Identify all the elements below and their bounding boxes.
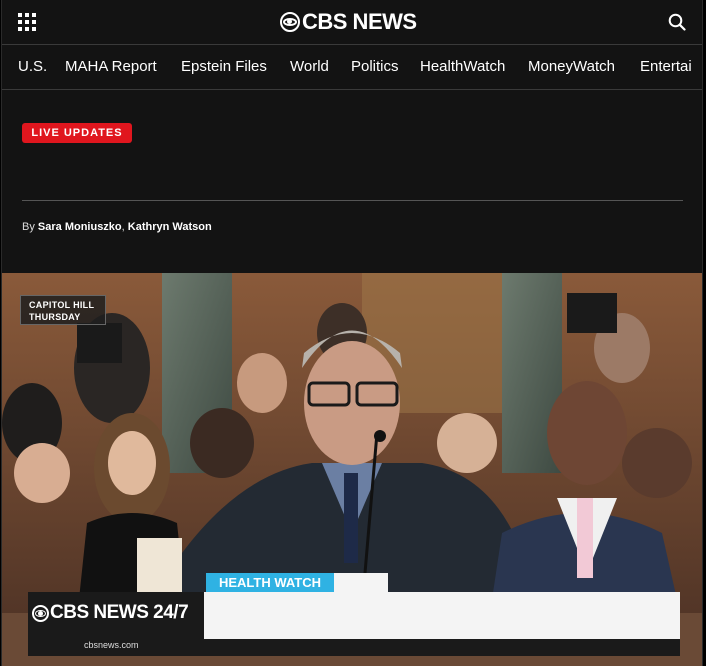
nav-item-us[interactable]: U.S. bbox=[18, 58, 47, 75]
top-bar: CBS NEWS bbox=[2, 0, 702, 45]
location-tag: CAPITOL HILL THURSDAY bbox=[20, 295, 106, 325]
author-link[interactable]: Sara Moniuszko bbox=[38, 221, 122, 233]
cbs-news-logo[interactable]: CBS NEWS bbox=[280, 8, 417, 36]
tag-extension bbox=[334, 573, 388, 592]
cbs-eye-icon bbox=[32, 604, 49, 622]
nav-item-maha-report[interactable]: MAHA Report bbox=[65, 58, 157, 75]
channel-logo-text: CBS NEWS 24/7 bbox=[50, 602, 189, 623]
nav-item-moneywatch[interactable]: MoneyWatch bbox=[528, 58, 615, 75]
nav-item-entertainment[interactable]: Entertai bbox=[640, 58, 692, 75]
author-separator: , bbox=[121, 221, 125, 233]
byline: By Sara Moniuszko, Kathryn Watson bbox=[22, 221, 212, 233]
grid-menu-icon[interactable] bbox=[18, 13, 36, 31]
location-line: THURSDAY bbox=[29, 312, 81, 322]
byline-prefix: By bbox=[22, 221, 35, 233]
search-icon[interactable] bbox=[668, 13, 686, 31]
lower-third-headline-box bbox=[204, 592, 680, 639]
location-line: CAPITOL HILL bbox=[29, 300, 95, 310]
nav-item-politics[interactable]: Politics bbox=[351, 58, 399, 75]
video-player[interactable]: CAPITOL HILL THURSDAY HEALTH WATCH CBS N… bbox=[2, 273, 702, 666]
live-updates-badge: LIVE UPDATES bbox=[22, 123, 132, 143]
channel-logo: CBS NEWS 24/7 bbox=[32, 602, 189, 624]
health-watch-tag: HEALTH WATCH bbox=[206, 573, 334, 592]
channel-url: cbsnews.com bbox=[84, 640, 139, 650]
author-link[interactable]: Kathryn Watson bbox=[128, 221, 212, 233]
section-nav: U.S. MAHA Report Epstein Files World Pol… bbox=[2, 46, 702, 90]
cbs-eye-icon bbox=[280, 12, 300, 32]
page: CBS NEWS U.S. MAHA Report Epstein Files … bbox=[1, 0, 703, 666]
divider bbox=[22, 200, 683, 201]
nav-item-healthwatch[interactable]: HealthWatch bbox=[420, 58, 505, 75]
nav-item-world[interactable]: World bbox=[290, 58, 329, 75]
logo-text: CBS NEWS bbox=[302, 9, 417, 34]
nav-item-epstein-files[interactable]: Epstein Files bbox=[181, 58, 267, 75]
